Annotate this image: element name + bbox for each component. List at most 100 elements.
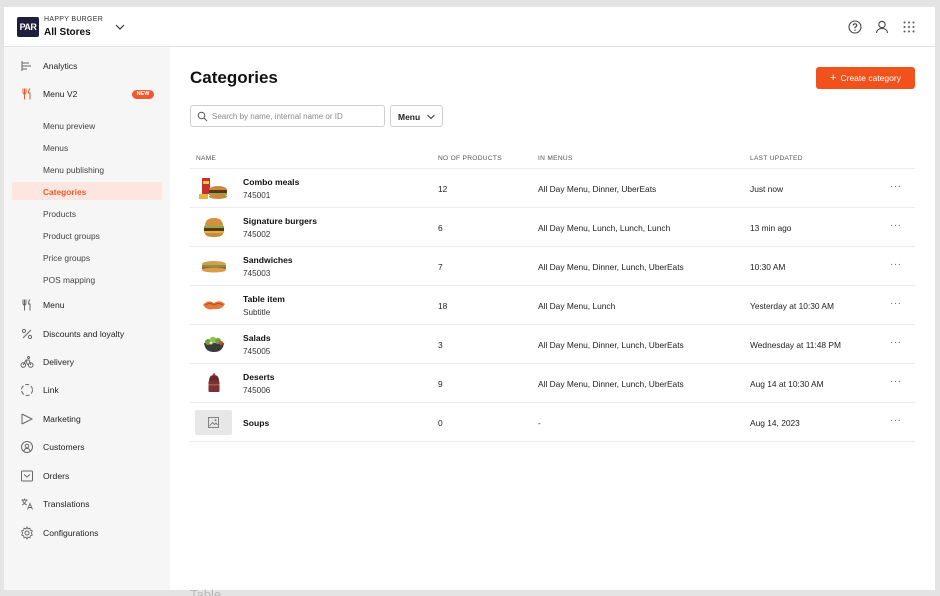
sidebar-item-customers[interactable]: Customers [4, 437, 170, 457]
search-icon [197, 111, 208, 122]
burger-image [204, 218, 224, 237]
in-menus: All Day Menu, Lunch [538, 301, 616, 311]
more-actions-icon[interactable]: ··· [890, 259, 902, 270]
sidebar-item-label: Marketing [43, 414, 81, 424]
sidebar-item-delivery[interactable]: Delivery [4, 352, 170, 372]
more-actions-icon[interactable]: ··· [890, 220, 902, 231]
sidebar-item-translations[interactable]: Translations [4, 494, 170, 514]
sidebar-subitem-label: Menu publishing [43, 165, 104, 175]
sidebar-item-label: Menu V2 [43, 89, 78, 99]
sidebar-subitem-menu-publishing[interactable]: Menu publishing [12, 160, 162, 178]
category-id: 745002 [243, 230, 271, 239]
table-row[interactable]: Sandwiches 745003 7 All Day Menu, Dinner… [190, 247, 915, 286]
sidebar-subitem-price-groups[interactable]: Price groups [12, 248, 162, 266]
image-placeholder [195, 410, 232, 435]
column-header-updated[interactable]: LAST UPDATED [750, 155, 803, 162]
new-badge: NEW [132, 90, 154, 99]
sidebar-subitem-label: Products [43, 209, 77, 219]
sidebar-subitem-label: Menu preview [43, 121, 96, 131]
category-subtitle: Subtitle [243, 308, 271, 317]
sidebar-item-label: Discounts and loyalty [43, 329, 125, 339]
sidebar-item-menu[interactable]: Menu [4, 295, 170, 315]
gear-icon [21, 526, 33, 540]
sidebar-item-discounts[interactable]: Discounts and loyalty [4, 324, 170, 344]
percent-icon [21, 328, 33, 340]
more-actions-icon[interactable]: ··· [890, 415, 902, 426]
table-row[interactable]: Signature burgers 745002 6 All Day Menu,… [190, 208, 915, 247]
product-count: 6 [438, 223, 443, 233]
category-name: Sandwiches [243, 255, 293, 265]
store-selector-label[interactable]: All Stores [44, 27, 91, 38]
last-updated: Just now [750, 184, 784, 194]
top-bar: PAR HAPPY BURGER All Stores [4, 7, 935, 47]
combo-meal-image [199, 178, 227, 199]
table-row[interactable]: Deserts 745006 9 All Day Menu, Dinner, L… [190, 364, 915, 403]
sidebar-subitem-products[interactable]: Products [12, 204, 162, 222]
table-row[interactable]: Combo meals 745001 12 All Day Menu, Dinn… [190, 169, 915, 208]
sidebar-subitem-product-groups[interactable]: Product groups [12, 226, 162, 244]
sidebar-subitem-categories[interactable]: Categories [12, 182, 162, 200]
frame-label: Table [190, 587, 222, 596]
brand-name: HAPPY BURGER [44, 16, 104, 23]
menu-filter-dropdown[interactable]: Menu [390, 105, 443, 127]
sidebar-item-configurations[interactable]: Configurations [4, 523, 170, 543]
sidebar-subitem-menus[interactable]: Menus [12, 138, 162, 156]
sidebar-subitem-menu-preview[interactable]: Menu preview [12, 116, 162, 134]
table-row[interactable]: Salads 745005 3 All Day Menu, Dinner, Lu… [190, 325, 915, 364]
in-menus: - [538, 418, 541, 428]
table-item-image [203, 301, 225, 310]
table-row[interactable]: Soups 0 - Aug 14, 2023 ··· [190, 403, 915, 442]
column-header-menus[interactable]: IN MENUS [538, 155, 573, 162]
sidebar-subitem-label: POS mapping [43, 275, 96, 285]
marketing-flag-icon [21, 413, 34, 425]
sidebar-item-menu-v2[interactable]: Menu V2 NEW [4, 84, 170, 104]
sidebar-item-marketing[interactable]: Marketing [4, 409, 170, 429]
product-count: 12 [438, 184, 448, 194]
sidebar-item-label: Analytics [43, 61, 78, 71]
table-row[interactable]: Table item Subtitle 18 All Day Menu, Lun… [190, 286, 915, 325]
analytics-icon [21, 61, 31, 71]
last-updated: 10:30 AM [750, 262, 786, 272]
column-header-name[interactable]: NAME [196, 155, 216, 162]
menu-filter-label: Menu [398, 112, 421, 122]
sidebar-item-orders[interactable]: Orders [4, 466, 170, 486]
bike-icon [20, 356, 34, 368]
sidebar-item-label: Link [43, 385, 59, 395]
translate-icon [21, 498, 33, 510]
search-input[interactable]: Search by name, internal name or ID [190, 105, 385, 127]
app-window: PAR HAPPY BURGER All Stores Analytics Me… [4, 7, 935, 590]
last-updated: Wednesday at 11:48 PM [750, 340, 841, 350]
apps-grid-icon[interactable] [901, 19, 917, 35]
chevron-down-icon[interactable] [114, 21, 126, 33]
user-icon[interactable] [874, 19, 890, 35]
page-title: Categories [190, 68, 278, 87]
sidebar-item-analytics[interactable]: Analytics [4, 56, 170, 76]
image-placeholder-icon [208, 417, 219, 428]
column-header-products[interactable]: NO OF PRODUCTS [438, 155, 502, 162]
last-updated: Aug 14 at 10:30 AM [750, 379, 824, 389]
category-name: Combo meals [243, 177, 300, 187]
fork-knife-icon [22, 299, 31, 311]
sidebar-item-link[interactable]: Link [4, 380, 170, 400]
chevron-down-icon [427, 114, 435, 120]
sidebar-subitem-pos-mapping[interactable]: POS mapping [12, 270, 162, 288]
more-actions-icon[interactable]: ··· [890, 298, 902, 309]
sidebar-item-label: Menu [43, 300, 65, 310]
help-circle-icon[interactable] [847, 19, 863, 35]
more-actions-icon[interactable]: ··· [890, 376, 902, 387]
product-count: 9 [438, 379, 443, 389]
in-menus: All Day Menu, Lunch, Lunch, Lunch [538, 223, 671, 233]
more-actions-icon[interactable]: ··· [890, 181, 902, 192]
sidebar-item-label: Delivery [43, 357, 75, 367]
sidebar-subitem-label: Price groups [43, 253, 91, 263]
more-actions-icon[interactable]: ··· [890, 337, 902, 348]
category-name: Soups [243, 418, 270, 428]
sandwich-image [202, 261, 226, 273]
sidebar-subitem-label: Menus [43, 143, 69, 153]
create-category-button[interactable]: + Create category [816, 67, 915, 89]
in-menus: All Day Menu, Dinner, Lunch, UberEats [538, 340, 684, 350]
dessert-image [208, 373, 220, 392]
orders-inbox-icon [21, 470, 33, 482]
in-menus: All Day Menu, Dinner, Lunch, UberEats [538, 262, 684, 272]
in-menus: All Day Menu, Dinner, UberEats [538, 184, 657, 194]
